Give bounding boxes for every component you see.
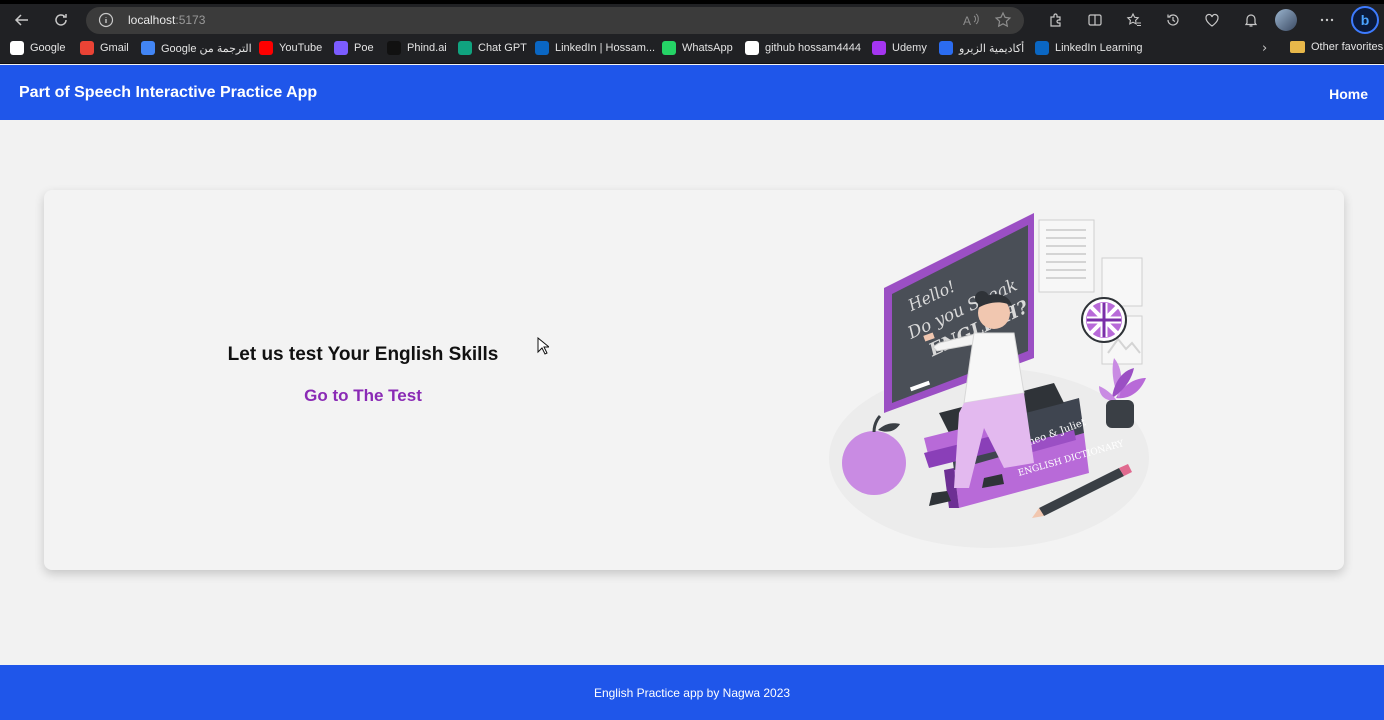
linkedin-learning-icon <box>1035 41 1049 55</box>
linkedin-icon <box>535 41 549 55</box>
bing-copilot-icon[interactable]: b <box>1351 6 1379 34</box>
split-screen-icon <box>1087 14 1102 26</box>
bookmark-item[interactable]: github hossam4444 <box>745 41 861 55</box>
address-bar[interactable]: localhost:5173 A <box>86 7 1024 34</box>
phind-icon <box>387 41 401 55</box>
bookmark-label: Google الترجمة من <box>161 42 252 55</box>
bookmark-label: Phind.ai <box>407 42 447 54</box>
info-icon[interactable] <box>98 12 114 28</box>
bookmark-item[interactable]: Phind.ai <box>387 41 447 55</box>
bookmark-label: Chat GPT <box>478 42 527 54</box>
bookmarks-overflow-chevron-icon[interactable]: › <box>1262 41 1267 56</box>
google-translate-icon <box>141 41 155 55</box>
uk-flag-icon <box>1081 297 1127 343</box>
url-text: localhost:5173 <box>128 13 206 27</box>
browser-toolbar: localhost:5173 A b <box>0 4 1384 36</box>
bookmark-label: Gmail <box>100 42 129 54</box>
hero-card: Let us test Your English Skills Go to Th… <box>44 190 1344 570</box>
heart-pulse-icon <box>1204 13 1219 27</box>
github-icon <box>745 41 759 55</box>
bookmark-item[interactable]: Chat GPT <box>458 41 527 55</box>
youtube-icon <box>259 41 273 55</box>
plant-icon <box>1099 358 1146 428</box>
home-link[interactable]: Home <box>1329 86 1368 102</box>
wall-papers <box>1038 219 1143 365</box>
chatgpt-icon <box>458 41 472 55</box>
bookmark-label: Poe <box>354 42 374 54</box>
history-button[interactable] <box>1153 6 1192 34</box>
history-icon <box>1166 14 1179 26</box>
bookmarks-bar: Google Gmail Google الترجمة من YouTube Poe Ph… <box>0 36 1384 64</box>
mouse-cursor-icon <box>537 337 549 355</box>
performance-button[interactable] <box>1192 6 1231 34</box>
bookmark-item[interactable]: WhatsApp <box>662 41 733 55</box>
puzzle-icon <box>1049 13 1061 27</box>
bookmark-label: Udemy <box>892 42 927 54</box>
bookmark-label: أكاديمية الزيرو <box>959 42 1025 55</box>
favorite-star-icon[interactable] <box>994 11 1012 29</box>
hero-heading: Let us test Your English Skills <box>227 344 499 365</box>
bookmark-label: github hossam4444 <box>765 42 862 54</box>
split-screen-button[interactable] <box>1075 6 1114 34</box>
extensions-button[interactable] <box>1036 6 1075 34</box>
bookmark-label: LinkedIn | Hossam... <box>555 42 656 54</box>
app-footer: English Practice app by Nagwa 2023 <box>0 665 1384 720</box>
udemy-icon <box>872 41 886 55</box>
teacher-illustration: Hello! Do you Speak ENGLISH? ENGLISH DIC… <box>829 213 1149 548</box>
back-button[interactable] <box>8 6 36 34</box>
profile-avatar[interactable] <box>1275 9 1297 31</box>
bookmark-label: YouTube <box>279 42 323 54</box>
gmail-icon <box>80 41 94 55</box>
reload-icon <box>55 14 67 26</box>
more-horizontal-icon <box>1320 18 1334 22</box>
settings-more-button[interactable] <box>1313 6 1341 34</box>
app-title: Part of Speech Interactive Practice App <box>19 84 318 101</box>
footer-text: English Practice app by Nagwa 2023 <box>593 686 791 700</box>
app-header: Part of Speech Interactive Practice App … <box>0 65 1384 120</box>
bell-icon <box>1244 14 1257 27</box>
bookmark-item[interactable]: Google الترجمة من <box>141 41 252 55</box>
bookmark-item[interactable]: LinkedIn | Hossam... <box>535 41 655 55</box>
poe-icon <box>334 41 348 55</box>
favorites-button[interactable] <box>1114 6 1153 34</box>
other-favorites-folder[interactable]: Other favorites <box>1290 41 1383 53</box>
bookmark-label: WhatsApp <box>682 42 733 54</box>
arrow-left-icon <box>14 14 28 26</box>
favorites-list-icon <box>1126 12 1141 27</box>
bookmark-item[interactable]: أكاديمية الزيرو <box>939 41 1024 55</box>
bookmark-item[interactable]: YouTube <box>259 41 322 55</box>
google-icon <box>10 41 24 55</box>
whatsapp-icon <box>662 41 676 55</box>
notifications-button[interactable] <box>1231 6 1270 34</box>
read-aloud-icon[interactable]: A <box>962 11 980 29</box>
reload-button[interactable] <box>47 6 75 34</box>
other-favorites-label: Other favorites <box>1311 41 1384 53</box>
bookmark-item[interactable]: Poe <box>334 41 374 55</box>
bookmark-label: Google <box>30 42 66 54</box>
bookmark-label: LinkedIn Learning <box>1055 42 1143 54</box>
bookmark-item[interactable]: LinkedIn Learning <box>1035 41 1142 55</box>
svg-text:A: A <box>963 14 971 28</box>
bookmark-item[interactable]: Udemy <box>872 41 927 55</box>
bookmark-item[interactable]: Google <box>10 41 65 55</box>
zero-academy-icon <box>939 41 953 55</box>
folder-icon <box>1290 41 1305 53</box>
go-to-test-link[interactable]: Go to The Test <box>44 386 682 406</box>
bookmark-item[interactable]: Gmail <box>80 41 129 55</box>
